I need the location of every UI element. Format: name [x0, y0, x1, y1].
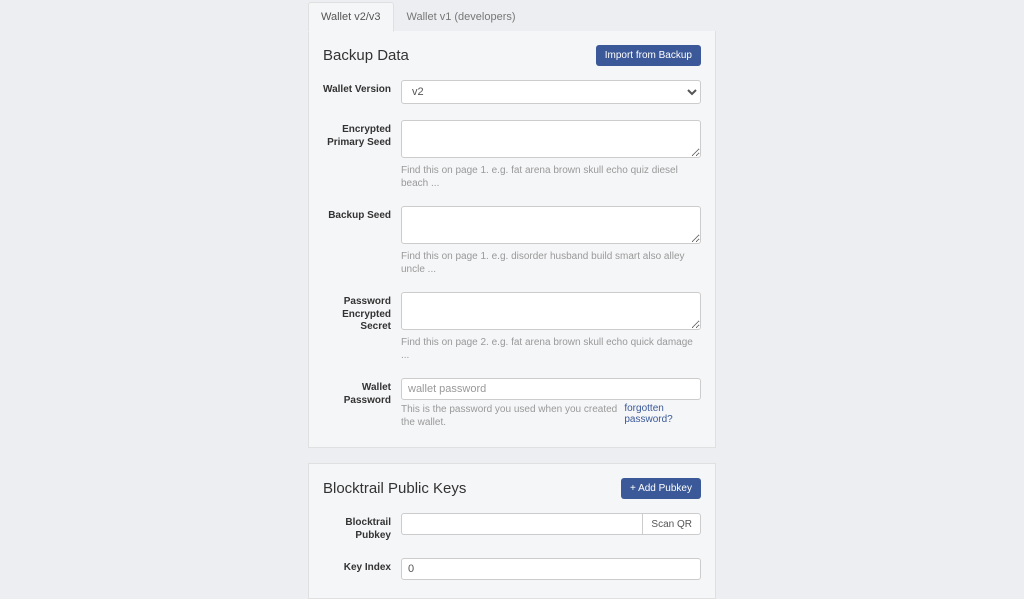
encrypted-primary-seed-label: Encrypted Primary Seed	[323, 120, 395, 149]
import-from-backup-button[interactable]: Import from Backup	[596, 45, 701, 66]
wallet-version-select[interactable]: v2	[401, 80, 701, 104]
password-encrypted-secret-label: Password Encrypted Secret	[323, 292, 395, 334]
backup-seed-label: Backup Seed	[323, 206, 395, 223]
backup-data-panel: Backup Data Import from Backup Wallet Ve…	[308, 31, 716, 448]
scan-qr-button[interactable]: Scan QR	[642, 513, 701, 535]
backup-seed-help: Find this on page 1. e.g. disorder husba…	[401, 250, 701, 276]
wallet-password-help: This is the password you used when you c…	[401, 403, 624, 429]
blocktrail-public-keys-title: Blocktrail Public Keys	[323, 480, 466, 497]
blocktrail-public-keys-panel: Blocktrail Public Keys + Add Pubkey Bloc…	[308, 463, 716, 599]
key-index-label: Key Index	[323, 558, 395, 575]
tab-wallet-v1[interactable]: Wallet v1 (developers)	[394, 2, 529, 32]
tab-wallet-v2v3[interactable]: Wallet v2/v3	[308, 2, 394, 32]
forgotten-password-link[interactable]: forgotten password?	[624, 403, 701, 429]
password-encrypted-secret-help: Find this on page 2. e.g. fat arena brow…	[401, 336, 701, 362]
wallet-password-label: Wallet Password	[323, 378, 395, 407]
backup-data-title: Backup Data	[323, 47, 409, 64]
encrypted-primary-seed-help: Find this on page 1. e.g. fat arena brow…	[401, 164, 701, 190]
encrypted-primary-seed-input[interactable]	[401, 120, 701, 158]
wallet-version-label: Wallet Version	[323, 80, 395, 97]
add-pubkey-button[interactable]: + Add Pubkey	[621, 478, 701, 499]
backup-seed-input[interactable]	[401, 206, 701, 244]
key-index-input[interactable]	[401, 558, 701, 580]
tabs: Wallet v2/v3 Wallet v1 (developers)	[308, 2, 716, 32]
password-encrypted-secret-input[interactable]	[401, 292, 701, 330]
wallet-password-input[interactable]	[401, 378, 701, 400]
blocktrail-pubkey-label: Blocktrail Pubkey	[323, 513, 395, 542]
blocktrail-pubkey-input[interactable]	[401, 513, 642, 535]
